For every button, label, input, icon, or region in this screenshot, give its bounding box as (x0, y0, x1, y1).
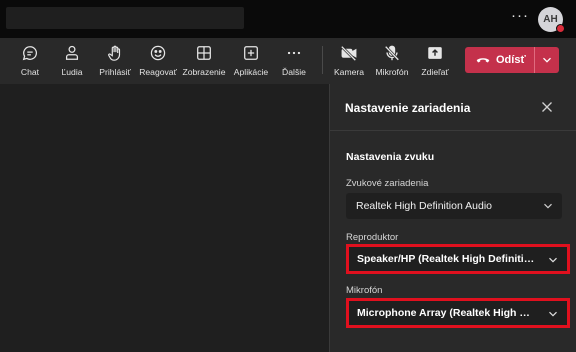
chevron-down-icon (543, 57, 551, 63)
microphone-label: Mikrofón (375, 67, 409, 77)
speaker-value: Speaker/HP (Realtek High Definition Audi… (357, 253, 535, 265)
avatar[interactable]: AH (538, 7, 565, 33)
chevron-down-icon (549, 257, 557, 263)
apps-label: Aplikácie (233, 67, 269, 77)
microphone-dropdown[interactable]: Microphone Array (Realtek High Definitio… (346, 298, 570, 328)
audio-devices-value: Realtek High Definition Audio (356, 200, 492, 212)
people-label: Ľudia (61, 67, 83, 77)
react-label: Reagovať (139, 67, 177, 77)
view-label: Zobrazenie (182, 67, 226, 77)
mic-off-icon (384, 45, 400, 61)
react-button[interactable]: Reagovať (133, 42, 183, 82)
audio-devices-label: Zvukové zariadenia (346, 178, 429, 189)
close-icon[interactable] (539, 99, 555, 115)
leave-main[interactable]: Odísť (465, 47, 534, 73)
more-icon (287, 51, 301, 55)
share-button[interactable]: Zdieľať (410, 42, 460, 82)
leave-label: Odísť (496, 54, 526, 66)
view-button[interactable]: Zobrazenie (179, 42, 229, 82)
audio-devices-dropdown[interactable]: Realtek High Definition Audio (346, 193, 562, 219)
hang-up-icon (476, 58, 490, 63)
avatar-initials: AH (543, 14, 558, 25)
people-icon (65, 45, 79, 60)
speaker-dropdown[interactable]: Speaker/HP (Realtek High Definition Audi… (346, 244, 570, 274)
speaker-label: Reproduktor (346, 232, 399, 243)
share-icon (428, 47, 442, 59)
more-options-button[interactable]: ··· (511, 8, 529, 24)
view-grid-icon (197, 46, 211, 60)
chat-icon (22, 46, 38, 61)
camera-off-icon (340, 45, 357, 62)
more-label: Ďalšie (282, 67, 306, 77)
presence-busy-icon (556, 24, 565, 33)
leave-options-dropdown[interactable] (535, 47, 559, 73)
chat-label: Chat (20, 67, 40, 77)
share-label: Zdieľať (421, 67, 449, 77)
emoji-icon (150, 45, 166, 61)
raise-hand-icon (108, 45, 121, 61)
panel-title: Nastavenie zariadenia (345, 101, 471, 115)
microphone-value: Microphone Array (Realtek High Definitio… (357, 307, 535, 319)
title-bar: ··· AH (0, 0, 576, 38)
raise-hand-label: Prihlásiť (99, 67, 131, 77)
chevron-down-icon (544, 203, 552, 209)
apps-icon (244, 46, 258, 60)
more-button[interactable]: Ďalšie (269, 42, 319, 82)
camera-label: Kamera (333, 67, 365, 77)
audio-settings-heading: Nastavenia zvuku (346, 151, 435, 163)
panel-divider (330, 130, 576, 131)
microphone-label: Mikrofón (346, 285, 383, 296)
toolbar-divider (322, 46, 323, 74)
meeting-stage (0, 84, 329, 352)
chevron-down-icon (549, 311, 557, 317)
search-box[interactable] (6, 7, 244, 29)
leave-button[interactable]: Odísť (465, 47, 559, 73)
device-settings-panel: Nastavenie zariadenia Nastavenia zvuku Z… (329, 84, 576, 352)
